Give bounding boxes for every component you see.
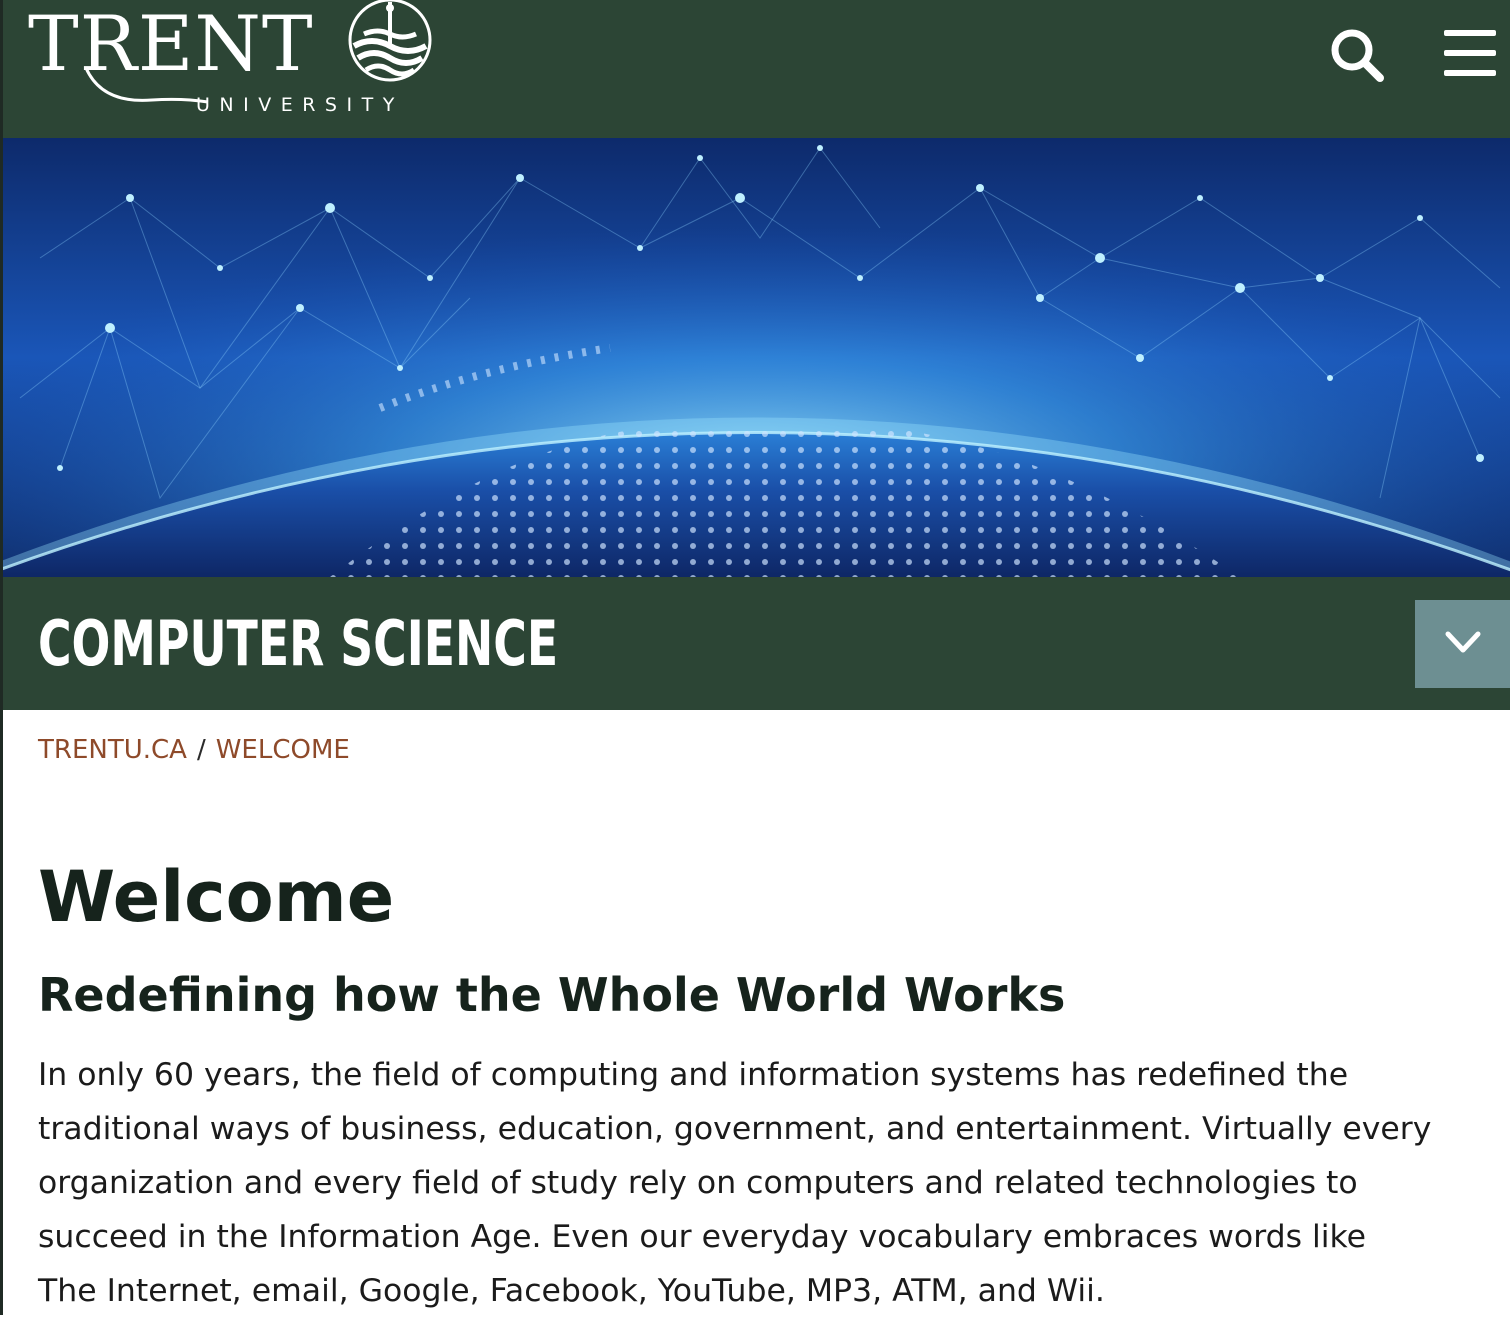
search-icon [1331,29,1384,82]
intro-line: succeed in the Information Age. Even our… [38,1219,1367,1255]
breadcrumb-link-trentu[interactable]: TRENTU.CA [38,735,187,765]
intro-line: traditional ways of business, education,… [38,1111,1432,1147]
breadcrumb: TRENTU.CA / WELCOME [38,735,350,765]
menu-button[interactable] [1438,22,1502,86]
department-title: COMPUTER SCIENCE [38,607,559,680]
site-header: TRENT UNIVERSITY [0,0,1510,138]
intro-line: The Internet, email, Google, Facebook, Y… [38,1273,1105,1309]
chevron-down-icon [1445,631,1481,653]
network-globe-image [0,138,1510,577]
page-title: Welcome [38,856,395,938]
trent-university-logo[interactable]: TRENT UNIVERSITY [22,0,442,130]
intro-paragraph: In only 60 years, the field of computing… [38,1048,1508,1318]
intro-line: In only 60 years, the field of computing… [38,1057,1349,1093]
hero-banner [0,138,1510,577]
search-button[interactable] [1324,22,1388,86]
window-edge [0,0,3,1315]
department-bar: COMPUTER SCIENCE [0,577,1510,710]
hamburger-menu-icon [1444,30,1496,76]
logo-seal-icon [348,0,432,82]
page-subtitle: Redefining how the Whole World Works [38,968,1066,1022]
breadcrumb-link-welcome[interactable]: WELCOME [216,735,350,765]
logo-swash-icon [84,67,209,104]
logo-subtitle: UNIVERSITY [196,94,404,116]
intro-line: organization and every field of study re… [38,1165,1358,1201]
breadcrumb-separator: / [196,735,206,765]
department-menu-toggle[interactable] [1415,600,1510,688]
